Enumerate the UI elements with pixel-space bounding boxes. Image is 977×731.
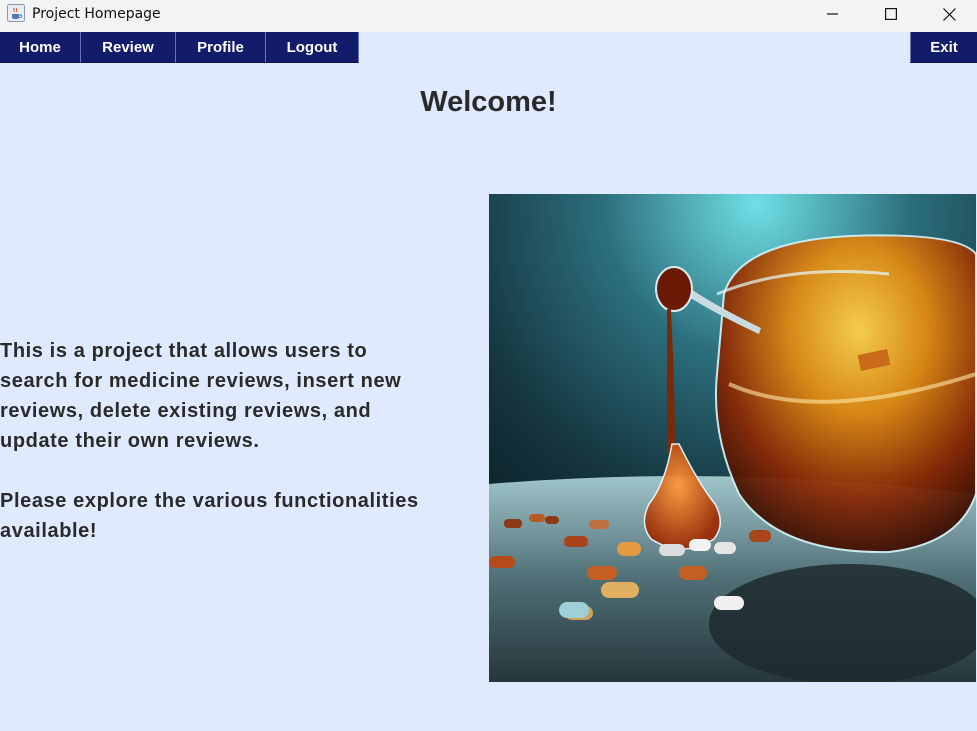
window-titlebar: Project Homepage: [0, 0, 977, 32]
medicine-illustration: [489, 194, 976, 682]
java-cup-icon: [7, 4, 25, 22]
exit-button[interactable]: Exit: [910, 32, 977, 63]
medicine-glass-image: [489, 194, 976, 682]
description-line: reviews, delete existing reviews, and: [0, 400, 372, 422]
menu-bar: Home Review Profile Logout Exit: [0, 32, 977, 64]
project-description: This is a project that allows users to s…: [0, 336, 478, 546]
review-button[interactable]: Review: [81, 32, 176, 63]
description-line: search for medicine reviews, insert new: [0, 370, 402, 392]
close-button[interactable]: [920, 0, 977, 28]
close-icon: [942, 7, 956, 21]
logout-button[interactable]: Logout: [266, 32, 359, 63]
description-line: This is a project that allows users to: [0, 340, 368, 362]
home-button[interactable]: Home: [0, 32, 81, 63]
profile-button[interactable]: Profile: [176, 32, 266, 63]
description-line: update their own reviews.: [0, 430, 260, 452]
explore-line: available!: [0, 520, 98, 542]
page-title: Welcome!: [420, 86, 557, 118]
explore-line: Please explore the various functionaliti…: [0, 490, 419, 512]
maximize-icon: [885, 8, 897, 20]
window-title: Project Homepage: [32, 6, 161, 22]
minimize-icon: [827, 13, 838, 15]
minimize-button[interactable]: [804, 0, 862, 28]
maximize-button[interactable]: [862, 0, 920, 28]
